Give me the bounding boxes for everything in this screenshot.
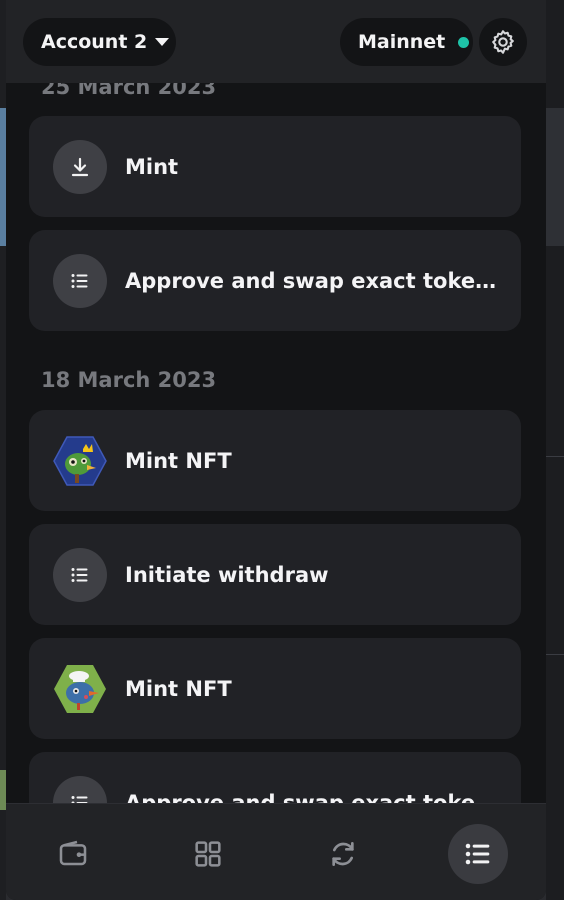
wallet-icon — [59, 840, 87, 866]
list-icon — [71, 567, 88, 582]
list-icon — [71, 795, 88, 803]
caret-down-icon — [155, 38, 170, 46]
backdrop-right — [546, 0, 564, 900]
activity-title: Approve and swap exact tokens f... — [125, 790, 505, 804]
download-icon — [71, 157, 89, 176]
activity-item-initiate-withdraw[interactable]: Initiate withdraw — [29, 524, 521, 625]
activity-title: Mint NFT — [125, 448, 232, 473]
nft-avatar-bird-crown-icon — [53, 435, 107, 486]
nft-avatar-chef-bird-icon — [54, 664, 106, 713]
grid-icon — [195, 841, 221, 867]
nav-wallet-button[interactable] — [43, 824, 103, 884]
activity-icon-badge — [53, 139, 107, 194]
nft-thumbnail — [53, 662, 107, 716]
activity-feed[interactable]: 25 March 2023 Mint Approve and swap exac… — [6, 83, 546, 803]
wallet-popup: Account 2 Mainnet 25 March 2023 Mint App… — [6, 0, 546, 900]
network-status-dot — [458, 36, 470, 48]
account-selector[interactable]: Account 2 — [23, 18, 176, 66]
bottom-navigation — [6, 803, 546, 900]
swap-icon — [332, 842, 354, 866]
activity-item-mint-nft[interactable]: Mint NFT — [29, 410, 521, 511]
activity-item-mint[interactable]: Mint — [29, 116, 521, 217]
nav-swap-button[interactable] — [313, 824, 373, 884]
list-icon — [465, 843, 490, 865]
date-header: 18 March 2023 — [41, 368, 217, 392]
date-header: 25 March 2023 — [41, 83, 217, 99]
gear-icon — [492, 30, 514, 54]
network-name: Mainnet — [358, 31, 446, 53]
activity-title: Mint — [125, 154, 179, 179]
network-selector[interactable]: Mainnet — [340, 18, 473, 66]
activity-title: Initiate withdraw — [125, 562, 329, 587]
activity-title: Approve and swap exact tokens f... — [125, 268, 505, 293]
activity-item-mint-nft[interactable]: Mint NFT — [29, 638, 521, 739]
list-icon — [71, 273, 88, 288]
activity-icon-badge — [53, 547, 107, 602]
activity-icon-badge — [53, 775, 107, 803]
account-name: Account 2 — [41, 31, 148, 53]
activity-item-approve-swap[interactable]: Approve and swap exact tokens f... — [29, 752, 521, 803]
activity-title: Mint NFT — [125, 676, 232, 701]
nav-apps-button[interactable] — [178, 824, 238, 884]
settings-button[interactable] — [479, 18, 527, 66]
activity-item-approve-swap[interactable]: Approve and swap exact tokens f... — [29, 230, 521, 331]
header-bar: Account 2 Mainnet — [6, 0, 546, 83]
activity-icon-badge — [53, 253, 107, 308]
nav-activity-button[interactable] — [448, 824, 508, 884]
nft-thumbnail — [53, 434, 107, 488]
